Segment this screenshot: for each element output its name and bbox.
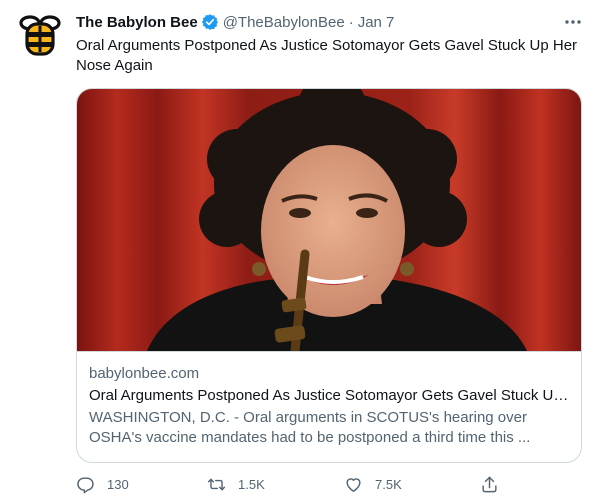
separator-dot: · (348, 13, 354, 31)
card-body[interactable]: babylonbee.com Oral Arguments Postponed … (77, 351, 581, 448)
timestamp[interactable]: Jan 7 (358, 14, 395, 31)
link-card[interactable]: babylonbee.com Oral Arguments Postponed … (76, 88, 582, 463)
like-count: 7.5K (375, 476, 402, 492)
share-icon (482, 476, 497, 492)
more-options-button[interactable] (560, 12, 586, 32)
action-bar: 130 1.5K 7.5K (76, 470, 506, 498)
card-title: Oral Arguments Postponed As Justice Soto… (89, 387, 569, 404)
retweet-button[interactable]: 1.5K (207, 470, 265, 498)
like-button[interactable]: 7.5K (344, 470, 402, 498)
display-name[interactable]: The Babylon Bee (76, 14, 198, 31)
card-image[interactable] (77, 89, 581, 351)
heart-icon (346, 477, 361, 492)
card-description: WASHINGTON, D.C. - Oral arguments in SCO… (89, 409, 531, 446)
reply-count: 130 (107, 476, 129, 492)
retweet-count: 1.5K (238, 476, 265, 492)
tweet-text: Oral Arguments Postponed As Justice Soto… (76, 37, 578, 74)
photo-of-justice-with-gavel (77, 89, 581, 351)
avatar[interactable] (16, 12, 64, 60)
reply-button[interactable]: 130 (76, 470, 129, 498)
babylon-bee-logo-icon (16, 12, 64, 60)
tweet-header: The Babylon Bee @TheBabylonBee · Jan 7 (76, 12, 394, 32)
handle[interactable]: @TheBabylonBee (223, 14, 345, 31)
tweet[interactable]: The Babylon Bee @TheBabylonBee · Jan 7 O… (0, 0, 598, 504)
reply-icon (77, 476, 94, 493)
retweet-icon (207, 478, 226, 490)
card-domain: babylonbee.com (89, 365, 200, 382)
share-button[interactable] (480, 470, 499, 498)
more-horizontal-icon (565, 20, 581, 24)
verified-badge-icon (201, 14, 218, 30)
